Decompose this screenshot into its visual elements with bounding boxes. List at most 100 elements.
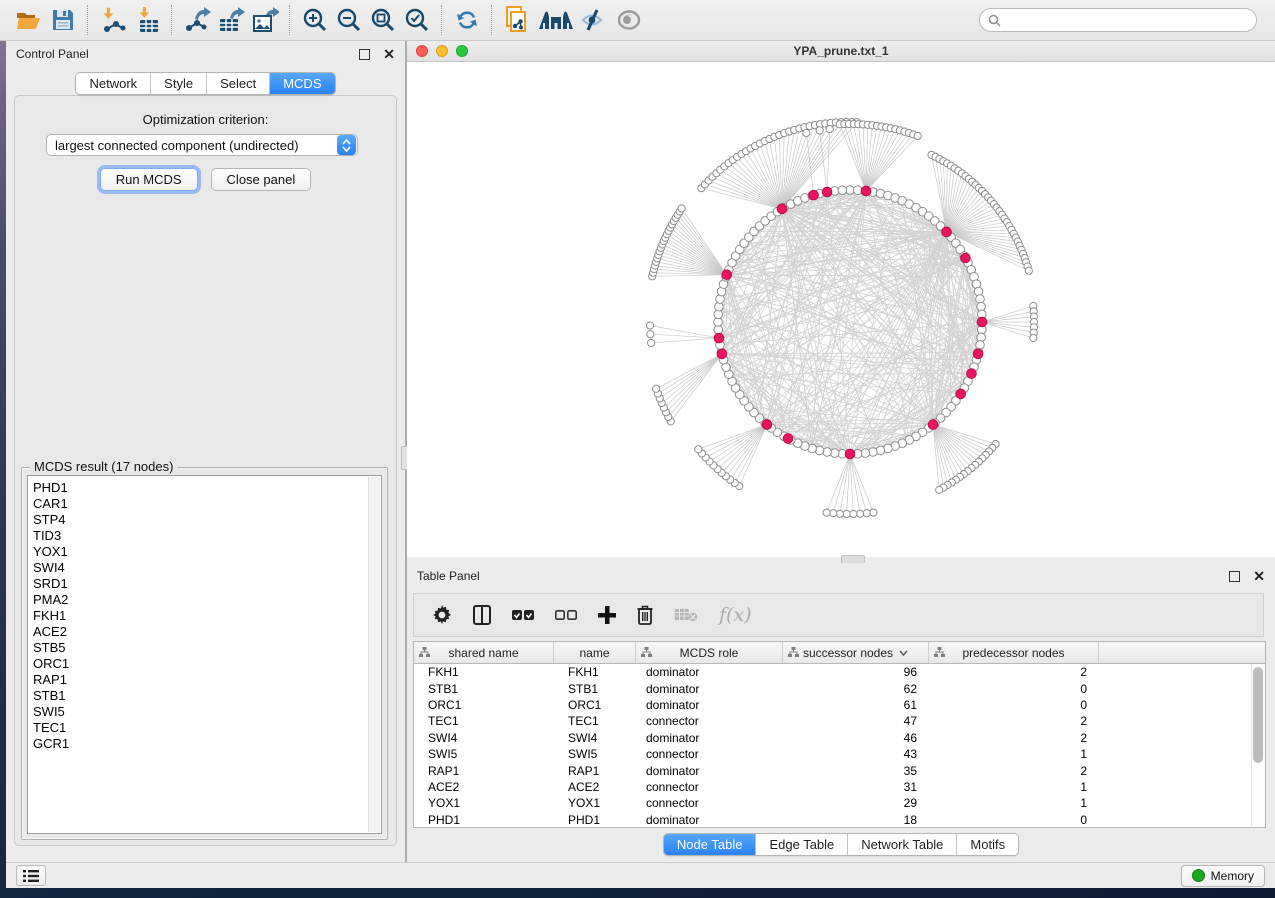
mcds-result-item[interactable]: ACE2 (28, 624, 381, 640)
toolbar-separator (441, 5, 443, 35)
table-row[interactable]: TEC1TEC1connector472 (414, 713, 1265, 729)
search-input[interactable] (1006, 12, 1248, 28)
cell: connector (636, 714, 783, 728)
first-neighbors-button[interactable] (534, 4, 578, 36)
export-table-icon (217, 7, 245, 33)
zoom-fit-button[interactable] (366, 4, 400, 36)
cell: PHD1 (414, 813, 554, 827)
mcds-result-item[interactable]: STP4 (28, 512, 381, 528)
mcds-result-item[interactable]: SWI4 (28, 560, 381, 576)
tab-edge-table[interactable]: Edge Table (756, 834, 848, 855)
column-header-shared-name[interactable]: shared name (414, 642, 554, 663)
mcds-result-item[interactable]: PHD1 (28, 480, 381, 496)
save-button[interactable] (46, 4, 80, 36)
close-panel-icon[interactable]: ✕ (383, 50, 395, 59)
tab-network-table[interactable]: Network Table (848, 834, 957, 855)
export-image-icon (251, 7, 279, 33)
task-history-button[interactable] (16, 865, 46, 886)
table-row[interactable]: ACE2ACE2connector311 (414, 779, 1265, 795)
float-table-panel-icon[interactable] (1229, 571, 1240, 582)
run-mcds-button[interactable]: Run MCDS (100, 168, 198, 191)
import-network-icon (100, 7, 126, 33)
mcds-result-item[interactable]: STB1 (28, 688, 381, 704)
table-settings-button[interactable] (432, 605, 452, 625)
table-row[interactable]: PHD1PHD1dominator180 (414, 812, 1265, 828)
mcds-result-item[interactable]: PMA2 (28, 592, 381, 608)
memory-button[interactable]: Memory (1181, 865, 1265, 887)
import-table-button[interactable] (130, 4, 164, 36)
export-image-button[interactable] (248, 4, 282, 36)
mcds-result-item[interactable]: FKH1 (28, 608, 381, 624)
tab-network[interactable]: Network (76, 73, 151, 94)
deselect-all-button[interactable] (555, 609, 577, 621)
table-row[interactable]: ORC1ORC1dominator610 (414, 697, 1265, 713)
table-row[interactable]: SWI4SWI4dominator462 (414, 730, 1265, 746)
optimization-criterion-select[interactable]: largest connected component (undirected) (46, 134, 358, 156)
mcds-result-item[interactable]: CAR1 (28, 496, 381, 512)
hide-selected-button[interactable] (578, 4, 612, 36)
cell: 31 (783, 780, 929, 794)
mcds-result-item[interactable]: SWI5 (28, 704, 381, 720)
split-panel-button[interactable] (473, 605, 491, 625)
memory-label: Memory (1211, 869, 1254, 883)
table-row[interactable]: YOX1YOX1connector291 (414, 795, 1265, 811)
column-header-filler (1099, 642, 1265, 663)
mcds-result-item[interactable]: ORC1 (28, 656, 381, 672)
mcds-result-item[interactable]: GCR1 (28, 736, 381, 752)
table-row[interactable]: FKH1FKH1dominator962 (414, 664, 1265, 680)
table-row[interactable]: SWI5SWI5connector431 (414, 746, 1265, 762)
cell: ORC1 (414, 698, 554, 712)
export-table-button[interactable] (214, 4, 248, 36)
delete-rows-button[interactable] (637, 605, 653, 625)
cell: FKH1 (414, 665, 554, 679)
mcds-result-item[interactable]: YOX1 (28, 544, 381, 560)
tab-style[interactable]: Style (151, 73, 207, 94)
tab-mcds[interactable]: MCDS (270, 73, 334, 94)
table-scrollbar-thumb[interactable] (1253, 667, 1263, 763)
apply-layout-button[interactable] (450, 4, 484, 36)
network-graph[interactable] (407, 62, 1275, 557)
open-button[interactable] (12, 4, 46, 36)
cell: ACE2 (554, 780, 636, 794)
table-row[interactable]: STB1STB1dominator620 (414, 680, 1265, 696)
zoom-selected-button[interactable] (400, 4, 434, 36)
mcds-result-item[interactable]: STB5 (28, 640, 381, 656)
cell: STB1 (554, 682, 636, 696)
mcds-result-item[interactable]: RAP1 (28, 672, 381, 688)
import-network-button[interactable] (96, 4, 130, 36)
zoom-out-button[interactable] (332, 4, 366, 36)
close-table-panel-icon[interactable]: ✕ (1253, 572, 1265, 581)
mcds-result-item[interactable]: TEC1 (28, 720, 381, 736)
mcds-result-item[interactable]: TID3 (28, 528, 381, 544)
open-folder-icon (16, 9, 42, 31)
export-network-button[interactable] (180, 4, 214, 36)
show-all-button[interactable] (612, 4, 646, 36)
close-panel-button[interactable]: Close panel (211, 168, 312, 191)
select-all-button[interactable] (512, 609, 534, 621)
hide-selected-eye-icon (580, 8, 610, 32)
new-network-from-selection-button[interactable] (500, 4, 534, 36)
table-row[interactable]: RAP1RAP1dominator352 (414, 762, 1265, 778)
mcds-list-scrollbar[interactable] (368, 477, 380, 832)
delete-table-button[interactable] (674, 608, 698, 622)
zoom-in-button[interactable] (298, 4, 332, 36)
mcds-result-list[interactable]: PHD1CAR1STP4TID3YOX1SWI4SRD1PMA2FKH1ACE2… (27, 475, 382, 834)
tab-select[interactable]: Select (207, 73, 270, 94)
trash-icon (637, 605, 653, 625)
float-panel-icon[interactable] (359, 49, 370, 60)
control-panel: Control Panel ✕ NetworkStyleSelectMCDS O… (6, 41, 405, 862)
network-canvas[interactable] (407, 62, 1275, 557)
cell: ORC1 (554, 698, 636, 712)
mcds-result-item[interactable]: SRD1 (28, 576, 381, 592)
tab-node-table[interactable]: Node Table (664, 834, 757, 855)
toolbar-separator (171, 5, 173, 35)
column-header-mcds-role[interactable]: MCDS role (636, 642, 783, 663)
table-scrollbar[interactable] (1251, 664, 1264, 826)
add-row-button[interactable] (598, 606, 616, 624)
cell: dominator (636, 665, 783, 679)
column-header-successor-nodes[interactable]: successor nodes (783, 642, 929, 663)
column-header-predecessor-nodes[interactable]: predecessor nodes (929, 642, 1099, 663)
function-builder-button[interactable]: f(x) (719, 604, 752, 626)
tab-motifs[interactable]: Motifs (957, 834, 1018, 855)
column-header-name[interactable]: name (554, 642, 636, 663)
